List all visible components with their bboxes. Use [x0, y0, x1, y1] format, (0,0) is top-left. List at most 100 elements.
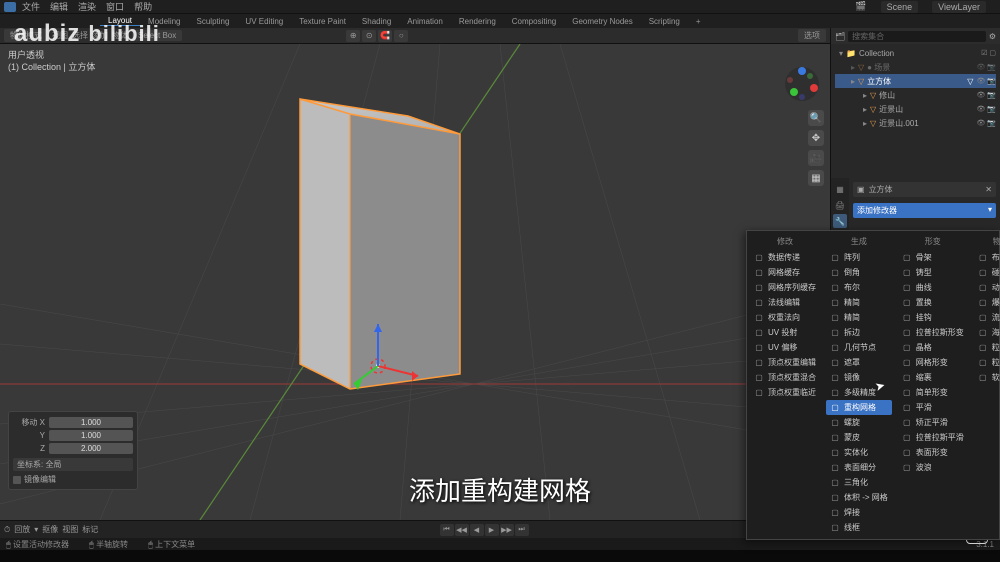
timeline-marker-menu[interactable]: 标记 — [82, 524, 98, 535]
modifier-item[interactable]: ▢几何节点 — [826, 340, 892, 355]
modifier-item[interactable]: ▢精简 — [826, 295, 892, 310]
modifier-item[interactable]: ▢流体 — [974, 310, 1000, 325]
modifier-item[interactable]: ▢数据传递 — [750, 250, 820, 265]
outliner-item-scene[interactable]: ▸▽● 场景👁 📷 — [835, 60, 996, 74]
modifier-item[interactable]: ▢曲线 — [898, 280, 968, 295]
modifier-item[interactable]: ▢海洋 — [974, 325, 1000, 340]
modifier-item[interactable]: ▢网格缓存 — [750, 265, 820, 280]
outliner-item-mountain3[interactable]: ▸▽近景山.001👁 📷 — [835, 116, 996, 130]
modifier-item[interactable]: ▢粒子实例 — [974, 340, 1000, 355]
operator-panel[interactable]: 移动 X1.000 Y1.000 Z2.000 坐标系: 全局 镜像编辑 — [8, 411, 138, 490]
outliner-item-mountain2[interactable]: ▸▽近景山👁 📷 — [835, 102, 996, 116]
play-reverse-icon[interactable]: ◀ — [470, 524, 484, 536]
modifier-menu[interactable]: 修改▢数据传递▢网格缓存▢网格序列缓存▢法线编辑▢权重法向▢UV 投射▢UV 偏… — [746, 230, 1000, 540]
menu-edit[interactable]: 编辑 — [50, 0, 68, 13]
modifier-item[interactable]: ▢布料 — [974, 250, 1000, 265]
modifier-item[interactable]: ▢顶点权重混合 — [750, 370, 820, 385]
modifier-item[interactable]: ▢精简 — [826, 310, 892, 325]
viewport-3d[interactable]: 用户透视 (1) Collection | 立方体 🔍 ✥ 🎥 ▦ 移动 X1.… — [0, 44, 830, 520]
modifier-item[interactable]: ▢拆边 — [826, 325, 892, 340]
modifier-item[interactable]: ▢缩裹 — [898, 370, 968, 385]
modifier-item[interactable]: ▢骨架 — [898, 250, 968, 265]
modifier-item[interactable]: ▢粒子系统 — [974, 355, 1000, 370]
move-y-field[interactable]: 1.000 — [49, 430, 133, 441]
add-modifier-dropdown[interactable]: 添加修改器▾ — [853, 203, 996, 218]
modifier-item[interactable]: ▢置换 — [898, 295, 968, 310]
transform-orientation-icon[interactable]: ⊕ — [346, 30, 360, 42]
menu-file[interactable]: 文件 — [22, 0, 40, 13]
modifier-item[interactable]: ▢碰撞 — [974, 265, 1000, 280]
modifier-item[interactable]: ▢爆炸 — [974, 295, 1000, 310]
modifier-item[interactable]: ▢三角化 — [826, 475, 892, 490]
modifier-item[interactable]: ▢动态绘画 — [974, 280, 1000, 295]
camera-icon[interactable]: 🎥 — [808, 150, 824, 166]
modifier-item[interactable]: ▢拉普拉斯形变 — [898, 325, 968, 340]
tab-add[interactable]: + — [688, 17, 709, 26]
outliner-collection[interactable]: ▾📁Collection☑ ▢ — [835, 46, 996, 60]
timeline-playback-menu[interactable]: 回放 — [14, 524, 30, 535]
modifier-item[interactable]: ▢网格形变 — [898, 355, 968, 370]
modifier-item[interactable]: ▢布尔 — [826, 280, 892, 295]
modifier-item[interactable]: ▢铸型 — [898, 265, 968, 280]
tab-uvediting[interactable]: UV Editing — [237, 17, 291, 26]
modifier-item[interactable]: ▢拉普拉斯平滑 — [898, 430, 968, 445]
modifier-item[interactable]: ▢倒角 — [826, 265, 892, 280]
tab-rendering[interactable]: Rendering — [451, 17, 504, 26]
tab-sculpting[interactable]: Sculpting — [189, 17, 238, 26]
options-dropdown[interactable]: 选项 — [798, 29, 826, 42]
mirror-checkbox[interactable] — [13, 476, 21, 484]
snap-icon[interactable]: 🧲 — [378, 30, 392, 42]
properties-object-name[interactable]: ▣立方体✕ — [853, 182, 996, 197]
orientation-select[interactable]: 坐标系: 全局 — [13, 458, 133, 471]
orbit-gizmo[interactable] — [782, 64, 822, 104]
menu-window[interactable]: 窗口 — [106, 0, 124, 13]
tab-shading[interactable]: Shading — [354, 17, 399, 26]
jump-end-icon[interactable]: ⏭ — [515, 524, 529, 536]
tab-compositing[interactable]: Compositing — [504, 17, 564, 26]
modifier-item[interactable]: ▢蒙皮 — [826, 430, 892, 445]
modifier-item[interactable]: ▢阵列 — [826, 250, 892, 265]
ptab-modifier[interactable]: 🔧 — [833, 214, 847, 228]
modifier-item[interactable]: ▢波浪 — [898, 460, 968, 475]
modifier-item[interactable]: ▢线框 — [826, 520, 892, 535]
video-progress-bar[interactable] — [0, 550, 1000, 562]
menu-help[interactable]: 帮助 — [134, 0, 152, 13]
tab-texturepaint[interactable]: Texture Paint — [291, 17, 354, 26]
modifier-item[interactable]: ▢网格序列缓存 — [750, 280, 820, 295]
modifier-item[interactable]: ▢平滑 — [898, 400, 968, 415]
modifier-item[interactable]: ▢权重法向 — [750, 310, 820, 325]
move-x-field[interactable]: 1.000 — [49, 417, 133, 428]
modifier-item[interactable]: ▢体积 -> 网格 — [826, 490, 892, 505]
modifier-item[interactable]: ▢挂钩 — [898, 310, 968, 325]
perspective-icon[interactable]: ▦ — [808, 170, 824, 186]
modifier-item[interactable]: ▢重构网格 — [826, 400, 892, 415]
tab-geonodes[interactable]: Geometry Nodes — [564, 17, 640, 26]
blender-logo[interactable] — [4, 2, 16, 12]
modifier-item[interactable]: ▢顶点权重临近 — [750, 385, 820, 400]
prev-key-icon[interactable]: ◀◀ — [455, 524, 469, 536]
tab-animation[interactable]: Animation — [399, 17, 451, 26]
outliner-search[interactable]: 搜索集合 — [848, 31, 986, 42]
modifier-item[interactable]: ▢遮罩 — [826, 355, 892, 370]
outliner-item-cube[interactable]: ▸▽立方体▽👁 📷 — [835, 74, 996, 88]
play-icon[interactable]: ▶ — [485, 524, 499, 536]
modifier-item[interactable]: ▢实体化 — [826, 445, 892, 460]
modifier-item[interactable]: ▢UV 偏移 — [750, 340, 820, 355]
zoom-icon[interactable]: 🔍 — [808, 110, 824, 126]
proportional-icon[interactable]: ○ — [394, 30, 408, 42]
ptab-render[interactable]: ▦ — [833, 182, 847, 196]
pivot-icon[interactable]: ⊙ — [362, 30, 376, 42]
modifier-item[interactable]: ▢表面细分 — [826, 460, 892, 475]
timeline-view-menu[interactable]: 视图 — [62, 524, 78, 535]
menu-render[interactable]: 渲染 — [78, 0, 96, 13]
modifier-item[interactable]: ▢软体 — [974, 370, 1000, 385]
next-key-icon[interactable]: ▶▶ — [500, 524, 514, 536]
modifier-item[interactable]: ▢法线编辑 — [750, 295, 820, 310]
jump-start-icon[interactable]: ⏮ — [440, 524, 454, 536]
modifier-item[interactable]: ▢矫正平滑 — [898, 415, 968, 430]
modifier-item[interactable]: ▢UV 投射 — [750, 325, 820, 340]
filter-icon[interactable]: ⚙ — [989, 32, 996, 41]
modifier-item[interactable]: ▢焊接 — [826, 505, 892, 520]
modifier-item[interactable]: ▢简单形变 — [898, 385, 968, 400]
ptab-output[interactable]: 🖨 — [833, 198, 847, 212]
